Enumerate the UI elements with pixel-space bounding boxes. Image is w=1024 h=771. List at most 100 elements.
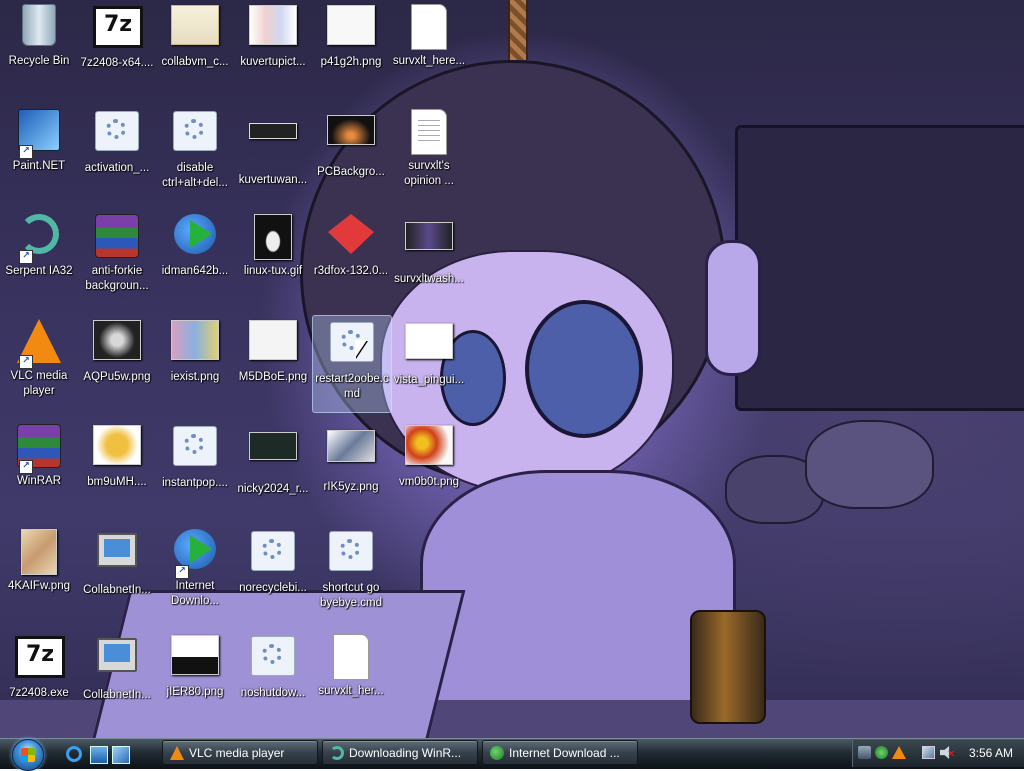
desktop-icon-collabvm-c[interactable]: collabvm_c...	[156, 0, 234, 96]
desktop-icon-anti-forkie[interactable]: anti-forkie backgroun...	[78, 210, 156, 306]
image-icon	[327, 5, 375, 53]
icon-label: restart2oobe.cmd	[315, 373, 389, 400]
image-icon	[171, 635, 219, 683]
image-icon	[93, 320, 141, 368]
wallpaper-cat	[805, 420, 934, 509]
network-icon[interactable]	[922, 746, 935, 759]
desktop-icon-4kaifw[interactable]: 4KAIFw.png	[0, 525, 78, 621]
desktop-icon-collabnetin-1[interactable]: CollabnetIn...	[78, 525, 156, 621]
icon-label: linux-tux.gif	[243, 265, 303, 277]
desktop-icon-7z2408-x64[interactable]: 7z 7z2408-x64....	[78, 0, 156, 96]
tray-vlc-icon[interactable]	[892, 746, 906, 759]
desktop-icon-activation[interactable]: activation_...	[78, 105, 156, 201]
image-icon	[249, 214, 297, 262]
icon-label: disable ctrl+alt+del...	[162, 162, 228, 189]
desktop-icon-winrar[interactable]: ↗ WinRAR	[0, 420, 78, 516]
desktop-icon-survxlt-here[interactable]: survxlt_here...	[390, 0, 468, 96]
icon-label: VLC media player	[10, 370, 68, 397]
quicklaunch-switch-windows-icon[interactable]	[112, 746, 130, 764]
icon-label: iexist.png	[170, 371, 220, 383]
script-icon	[327, 531, 375, 579]
icon-label: survxlt_here...	[392, 55, 466, 67]
paint-net-icon: ↗	[15, 109, 63, 159]
desktop-icon-shortcut-go-byebye[interactable]: shortcut go byebye.cmd	[312, 525, 390, 621]
desktop-icon-7z2408-exe[interactable]: 7z 7z2408.exe	[0, 630, 78, 726]
desktop-icon-collabnetin-2[interactable]: CollabnetIn...	[78, 630, 156, 726]
script-icon	[93, 111, 141, 159]
icon-label: instantpop....	[162, 477, 228, 489]
desktop-icon-restart2oobe[interactable]: restart2oobe.cmd	[312, 315, 392, 413]
desktop-icon-iexist[interactable]: iexist.png	[156, 315, 234, 411]
wallpaper-cat	[725, 455, 824, 524]
taskbar-button-label: VLC media player	[189, 746, 285, 760]
winrar-icon: ↗	[15, 424, 63, 474]
quicklaunch-internet-explorer-icon[interactable]	[66, 746, 82, 762]
desktop-icon-noshutdow[interactable]: noshutdow...	[234, 630, 312, 726]
idm-icon: ↗	[171, 529, 219, 579]
tray-idm-icon[interactable]	[875, 746, 888, 759]
clock[interactable]: 3:56 AM	[962, 740, 1020, 767]
desktop-icon-kuvertupict[interactable]: kuvertupict...	[234, 0, 312, 96]
desktop-icon-paint-net[interactable]: ↗ Paint.NET	[0, 105, 78, 201]
icon-label: collabvm_c...	[161, 56, 229, 68]
7zip-icon: 7z	[15, 636, 65, 684]
desktop-icon-instantpop[interactable]: instantpop....	[156, 420, 234, 516]
image-icon	[405, 222, 453, 270]
icon-label: vista_pingui...	[393, 374, 465, 386]
desktop-icon-vm0b0t[interactable]: vm0b0t.png	[390, 420, 468, 516]
desktop-icon-bm9umh[interactable]: bm9uMH....	[78, 420, 156, 516]
desktop-icon-survxltwash[interactable]: survxltwash...	[390, 210, 468, 306]
tray-app-icon[interactable]	[858, 746, 871, 759]
icon-label: Recycle Bin	[8, 55, 70, 67]
serpent-icon	[330, 746, 344, 760]
icon-label: kuvertuwan...	[238, 174, 308, 186]
desktop-icon-survxlt-her[interactable]: survxlt_her...	[312, 630, 390, 726]
desktop-icon-nicky2024[interactable]: nicky2024_r...	[234, 420, 312, 516]
taskbar-button-downloading-winrar[interactable]: Downloading WinR...	[322, 740, 478, 765]
icon-label: p41g2h.png	[320, 56, 382, 68]
image-icon	[249, 432, 297, 480]
icon-label: PCBackgro...	[317, 166, 385, 178]
computer-icon	[93, 638, 141, 686]
icon-label: vm0b0t.png	[398, 476, 460, 488]
script-icon	[328, 322, 376, 370]
idm-icon	[490, 746, 504, 760]
recycle-bin-icon	[15, 4, 63, 52]
taskbar-button-vlc[interactable]: VLC media player	[162, 740, 318, 765]
desktop-icon-kuvertuwan[interactable]: kuvertuwan...	[234, 105, 312, 201]
desktop-icon-idman642b[interactable]: idman642b...	[156, 210, 234, 306]
taskbar-button-internet-download[interactable]: Internet Download ...	[482, 740, 638, 765]
image-icon	[249, 320, 297, 368]
desktop-icon-jier80[interactable]: jIER80.png	[156, 630, 234, 726]
desktop-icon-aqpu5w[interactable]: AQPu5w.png	[78, 315, 156, 411]
desktop-icon-serpent[interactable]: ↗ Serpent IA32	[0, 210, 78, 306]
image-icon	[93, 425, 141, 473]
winrar-icon	[93, 214, 141, 262]
start-button[interactable]	[8, 739, 50, 771]
icon-label: Serpent IA32	[5, 265, 73, 277]
desktop-icon-rik5yz[interactable]: rIK5yz.png	[312, 420, 390, 516]
desktop-icon-m5dboe[interactable]: M5DBoE.png	[234, 315, 312, 411]
r3dfox-icon	[327, 214, 375, 262]
desktop[interactable]: Recycle Bin ↗ Paint.NET ↗ Serpent IA32 ↗…	[0, 0, 1024, 738]
desktop-icon-linux-tux[interactable]: linux-tux.gif	[234, 210, 312, 306]
icon-label: nicky2024_r...	[237, 483, 309, 495]
desktop-icon-recycle-bin[interactable]: Recycle Bin	[0, 0, 78, 96]
image-icon	[327, 115, 375, 163]
desktop-icon-norecyclebi[interactable]: norecyclebi...	[234, 525, 312, 621]
desktop-icon-pcbackground[interactable]: PCBackgro...	[312, 105, 390, 201]
desktop-icon-r3dfox[interactable]: r3dfox-132.0...	[312, 210, 390, 306]
desktop-icon-internet-download-manager[interactable]: ↗ Internet Downlo...	[156, 525, 234, 621]
desktop-icon-vlc[interactable]: ↗ VLC media player	[0, 315, 78, 411]
icon-label: survxlt's opinion ...	[404, 160, 454, 187]
icon-label: activation_...	[84, 162, 150, 174]
desktop-icon-survxlt-opinion[interactable]: survxlt's opinion ...	[390, 105, 468, 201]
desktop-icon-disable-ctrl-alt-del[interactable]: disable ctrl+alt+del...	[156, 105, 234, 201]
icon-label: shortcut go byebye.cmd	[319, 582, 382, 609]
windows-orb-icon	[12, 739, 44, 771]
mute-indicator-icon: ✕	[947, 749, 956, 760]
wallpaper-soda-can	[690, 610, 766, 724]
desktop-icon-p41g2h[interactable]: p41g2h.png	[312, 0, 390, 96]
desktop-icon-vista-pingui[interactable]: vista_pingui...	[390, 315, 468, 411]
quicklaunch-show-desktop-icon[interactable]	[90, 746, 108, 764]
